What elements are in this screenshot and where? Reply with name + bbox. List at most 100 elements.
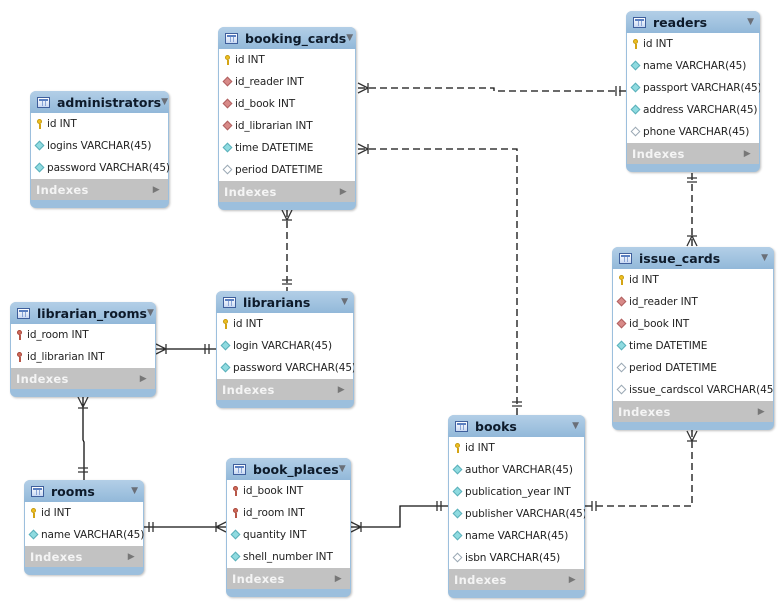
column-row[interactable]: id_book INT [613, 313, 773, 335]
cyan-diamond-icon [453, 465, 462, 475]
table-header[interactable]: issue_cards ▼ [612, 247, 774, 269]
triangle-down-icon[interactable]: ▼ [161, 97, 168, 107]
column-row[interactable]: id_room INT [227, 502, 350, 524]
triangle-right-icon[interactable]: ▶ [335, 574, 342, 584]
table-administrators[interactable]: administrators ▼ id INT logins VARCHAR(45) p… [30, 91, 169, 208]
cyan-diamond-icon [221, 363, 230, 373]
table-books[interactable]: books ▼ id INT author VARCHAR(45) publicatio… [448, 415, 585, 598]
column-row[interactable]: id INT [219, 49, 355, 71]
indexes-section[interactable]: Indexes ▶ [11, 368, 155, 389]
table-name: librarians [243, 294, 311, 310]
column-row[interactable]: id_librarian INT [219, 115, 355, 137]
column-label: publisher VARCHAR(45) [465, 508, 585, 520]
triangle-down-icon[interactable]: ▼ [572, 421, 579, 431]
table-header[interactable]: librarians ▼ [216, 291, 354, 313]
column-row[interactable]: passport VARCHAR(45) [627, 77, 760, 99]
column-row[interactable]: time DATETIME [219, 137, 355, 159]
triangle-down-icon[interactable]: ▼ [346, 33, 353, 43]
column-row[interactable]: name VARCHAR(45) [25, 524, 144, 546]
column-row[interactable]: quantity INT [227, 524, 350, 546]
table-rooms[interactable]: rooms ▼ id INT name VARCHAR(45) Indexes ▶ [24, 480, 144, 575]
column-row[interactable]: id INT [449, 437, 584, 459]
triangle-right-icon[interactable]: ▶ [744, 149, 751, 159]
columns-list: id INT id_reader INT id_book INT id_librari… [219, 49, 355, 181]
indexes-section[interactable]: Indexes ▶ [613, 401, 773, 422]
table-header[interactable]: books ▼ [448, 415, 585, 437]
columns-list: id INT name VARCHAR(45) [25, 502, 144, 546]
table-name: librarian_rooms [37, 305, 147, 321]
indexes-section[interactable]: Indexes ▶ [31, 179, 168, 200]
column-row[interactable]: id_reader INT [613, 291, 773, 313]
column-row[interactable]: logins VARCHAR(45) [31, 135, 168, 157]
column-row[interactable]: publisher VARCHAR(45) [449, 503, 585, 525]
column-row[interactable]: id INT [25, 502, 143, 524]
triangle-right-icon[interactable]: ▶ [153, 185, 160, 195]
hollow-diamond-icon [617, 385, 626, 395]
triangle-down-icon[interactable]: ▼ [747, 17, 754, 27]
column-row[interactable]: name VARCHAR(45) [449, 525, 584, 547]
triangle-right-icon[interactable]: ▶ [140, 374, 147, 384]
table-header[interactable]: book_places ▼ [226, 458, 351, 480]
column-row[interactable]: period DATETIME [219, 159, 355, 181]
columns-list: id INT logins VARCHAR(45) password VARCHAR… [31, 113, 169, 179]
triangle-down-icon[interactable]: ▼ [131, 486, 138, 496]
column-row[interactable]: id INT [627, 33, 759, 55]
column-row[interactable]: id INT [217, 313, 353, 335]
indexes-section[interactable]: Indexes ▶ [227, 568, 350, 589]
one-mandatory-marker [436, 501, 442, 511]
triangle-right-icon[interactable]: ▶ [340, 187, 347, 197]
column-row[interactable]: publication_year INT [449, 481, 584, 503]
column-row[interactable]: id_reader INT [219, 71, 355, 93]
red-diamond-icon [223, 121, 232, 131]
indexes-section[interactable]: Indexes ▶ [25, 546, 143, 567]
column-row[interactable]: id_book INT [227, 480, 350, 502]
column-row[interactable]: period DATETIME [613, 357, 773, 379]
table-header[interactable]: librarian_rooms ▼ [10, 302, 156, 324]
column-row[interactable]: login VARCHAR(45) [217, 335, 353, 357]
triangle-down-icon[interactable]: ▼ [761, 253, 768, 263]
relationship-booking-cards-readers [358, 87, 626, 92]
column-row[interactable]: phone VARCHAR(45) [627, 121, 759, 143]
column-row[interactable]: id_room INT [11, 324, 155, 346]
triangle-down-icon[interactable]: ▼ [341, 297, 348, 307]
column-row[interactable]: time DATETIME [613, 335, 773, 357]
column-row[interactable]: id INT [31, 113, 168, 135]
column-row[interactable]: id_book INT [219, 93, 355, 115]
table-readers[interactable]: readers ▼ id INT name VARCHAR(45) passport V… [626, 11, 760, 172]
red-key-icon [15, 330, 24, 340]
table-footer [218, 202, 356, 210]
triangle-right-icon[interactable]: ▶ [128, 552, 135, 562]
triangle-down-icon[interactable]: ▼ [339, 464, 346, 474]
column-row[interactable]: address VARCHAR(45) [627, 99, 759, 121]
column-label: name VARCHAR(45) [643, 60, 747, 72]
column-label: address VARCHAR(45) [643, 104, 758, 116]
table-book-places[interactable]: book_places ▼ id_book INT id_room INT quanti… [226, 458, 351, 597]
table-header[interactable]: administrators ▼ [30, 91, 169, 113]
column-row[interactable]: name VARCHAR(45) [627, 55, 759, 77]
table-header[interactable]: readers ▼ [626, 11, 760, 33]
indexes-section[interactable]: Indexes ▶ [627, 143, 759, 164]
column-row[interactable]: password VARCHAR(45) [217, 357, 354, 379]
column-row[interactable]: issue_cardscol VARCHAR(45) [613, 379, 774, 401]
triangle-right-icon[interactable]: ▶ [758, 407, 765, 417]
column-row[interactable]: author VARCHAR(45) [449, 459, 584, 481]
column-row[interactable]: password VARCHAR(45) [31, 157, 169, 179]
table-librarians[interactable]: librarians ▼ id INT login VARCHAR(45) passwo… [216, 291, 354, 408]
column-row[interactable]: shell_number INT [227, 546, 350, 568]
triangle-right-icon[interactable]: ▶ [338, 385, 345, 395]
column-row[interactable]: id_librarian INT [11, 346, 155, 368]
table-booking-cards[interactable]: booking_cards ▼ id INT id_reader INT id_book… [218, 27, 356, 210]
table-grid-icon [455, 420, 468, 432]
triangle-down-icon[interactable]: ▼ [147, 308, 154, 318]
table-librarian-rooms[interactable]: librarian_rooms ▼ id_room INT id_librarian … [10, 302, 156, 397]
indexes-section[interactable]: Indexes ▶ [217, 379, 353, 400]
column-row[interactable]: isbn VARCHAR(45) [449, 547, 584, 569]
column-row[interactable]: id INT [613, 269, 773, 291]
table-header[interactable]: booking_cards ▼ [218, 27, 356, 49]
table-header[interactable]: rooms ▼ [24, 480, 144, 502]
table-issue-cards[interactable]: issue_cards ▼ id INT id_reader INT id_book I… [612, 247, 774, 430]
column-label: id_reader INT [629, 296, 698, 308]
indexes-section[interactable]: Indexes ▶ [449, 569, 584, 590]
indexes-section[interactable]: Indexes ▶ [219, 181, 355, 202]
triangle-right-icon[interactable]: ▶ [569, 575, 576, 585]
